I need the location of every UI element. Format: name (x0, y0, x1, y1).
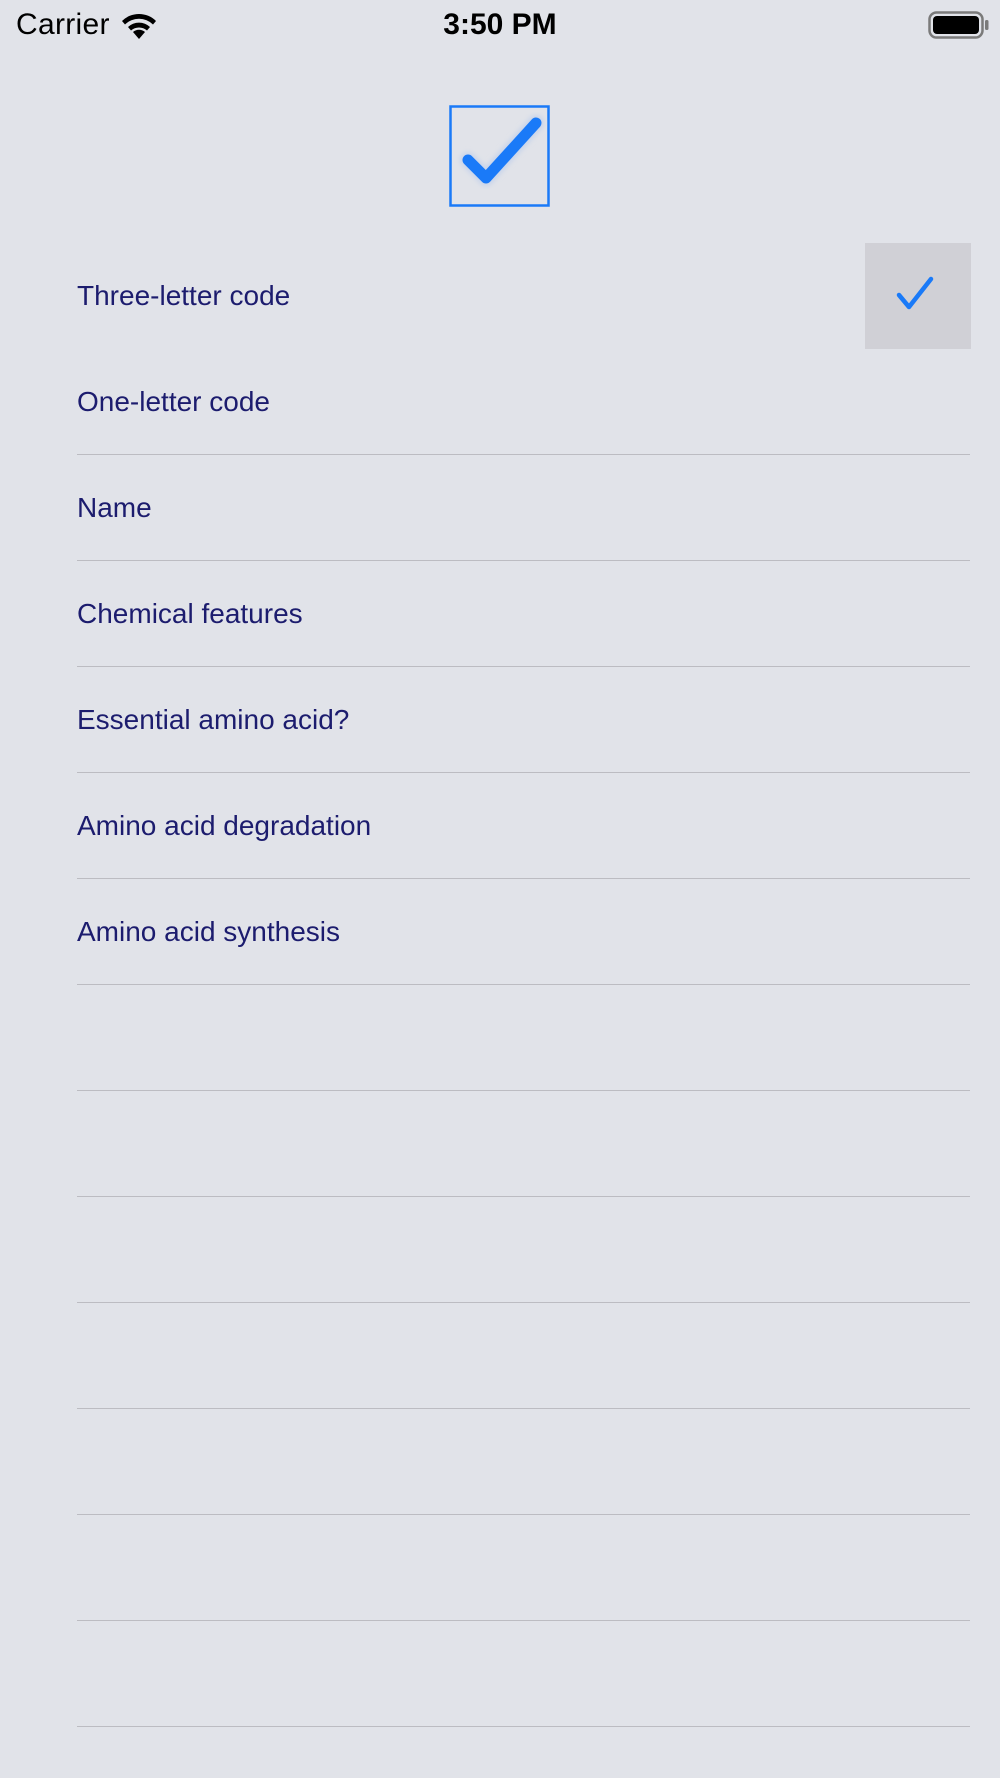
checkmark-cell (865, 243, 971, 349)
list-item[interactable] (0, 1621, 1000, 1727)
list-item[interactable]: Three-letter code (0, 243, 1000, 349)
list-item[interactable]: Essential amino acid? (0, 667, 1000, 773)
clock: 3:50 PM (443, 8, 557, 41)
list-item-label: Amino acid synthesis (77, 916, 341, 947)
checkbox-checked-icon (449, 105, 550, 207)
list-item[interactable]: Amino acid synthesis (0, 879, 1000, 985)
list-item[interactable]: Amino acid degradation (0, 773, 1000, 879)
list-item-label: Amino acid degradation (77, 810, 372, 841)
list-item[interactable] (0, 1515, 1000, 1621)
list-item-label: Name (77, 492, 152, 523)
checkmark-icon (896, 276, 934, 310)
list-item[interactable] (0, 1197, 1000, 1303)
options-list: Three-letter code One-letter code Name Chem… (0, 243, 1000, 1727)
list-item[interactable] (0, 1303, 1000, 1409)
list-item-label: One-letter code (77, 386, 270, 417)
status-bar: Carrier 3:50 PM (0, 0, 1000, 52)
list-item[interactable] (0, 1409, 1000, 1515)
list-item-label: Chemical features (77, 598, 303, 629)
list-item[interactable] (0, 1091, 1000, 1197)
list-item[interactable]: Name (0, 455, 1000, 561)
list-item[interactable] (0, 985, 1000, 1091)
row-separator (77, 1726, 970, 1727)
list-item-label: Three-letter code (77, 280, 291, 311)
list-item[interactable]: Chemical features (0, 561, 1000, 667)
list-item-label: Essential amino acid? (77, 704, 350, 735)
battery-icon (928, 11, 989, 39)
list-item[interactable]: One-letter code (0, 349, 1000, 455)
